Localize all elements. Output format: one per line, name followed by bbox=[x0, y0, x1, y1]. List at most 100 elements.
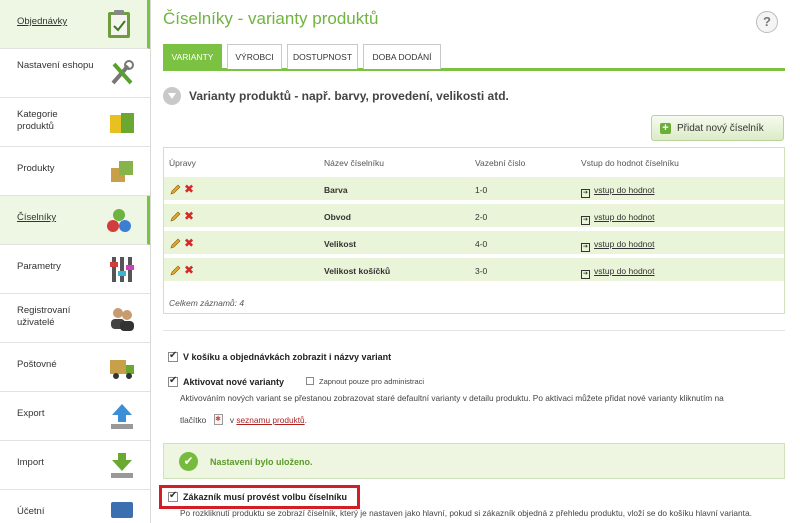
sidebar-item-label: Produkty bbox=[17, 163, 55, 174]
upload-arrow-icon bbox=[111, 404, 133, 429]
show-variant-names-checkbox[interactable] bbox=[168, 350, 178, 362]
sidebar-item-orders[interactable]: Objednávky bbox=[0, 0, 150, 49]
codelist-table: Úpravy Název číselníku Vazební číslo Vst… bbox=[163, 147, 785, 314]
pencil-icon[interactable] bbox=[170, 184, 181, 195]
sidebar-item-import[interactable]: Import bbox=[0, 441, 150, 490]
enter-values-label: vstup do hodnot bbox=[594, 239, 655, 249]
arrow-box-icon: ➔ bbox=[581, 189, 590, 198]
table-row: ✖ Velikost 4-0 ➔ vstup do hodnot bbox=[164, 231, 784, 256]
add-codelist-button[interactable]: + Přidat nový číselník bbox=[651, 115, 784, 141]
row-code: 1-0 bbox=[475, 185, 488, 195]
sidebar-item-label: Kategorie produktů bbox=[17, 109, 58, 132]
sliders-icon bbox=[110, 257, 134, 282]
show-variant-names-label: V košíku a objednávkách zobrazit i názvy… bbox=[183, 352, 392, 362]
sidebar-item-label: Účetní bbox=[17, 506, 45, 517]
sidebar-item-codelists[interactable]: Číselníky bbox=[0, 196, 150, 245]
enter-values-label: vstup do hodnot bbox=[594, 266, 655, 276]
help-icon[interactable]: ? bbox=[756, 11, 778, 33]
sidebar-item-label: Parametry bbox=[17, 261, 61, 272]
sidebar-item-categories[interactable]: Kategorie produktů bbox=[0, 98, 150, 147]
arrow-box-icon: ➔ bbox=[581, 270, 590, 279]
sidebar-item-label: Registrovaní uživatelé bbox=[17, 305, 71, 328]
tab-variants[interactable]: VARIANTY bbox=[163, 44, 222, 69]
main-content: Číselníky - varianty produktů ? VARIANTY… bbox=[159, 0, 800, 523]
delete-icon[interactable]: ✖ bbox=[184, 182, 194, 196]
desc-suffix: . bbox=[304, 415, 307, 425]
column-header-values: Vstup do hodnot číselníku bbox=[581, 158, 679, 168]
pencil-icon[interactable] bbox=[170, 238, 181, 249]
users-icon bbox=[111, 308, 134, 331]
customer-must-choose-description: Po rozkliknutí produktu se zobrazí čísel… bbox=[180, 508, 752, 518]
sidebar-item-label: Objednávky bbox=[17, 16, 68, 27]
arrow-box-icon: ➔ bbox=[581, 216, 590, 225]
enter-values-label: vstup do hodnot bbox=[594, 185, 655, 195]
delete-icon[interactable]: ✖ bbox=[184, 209, 194, 223]
add-codelist-label: Přidat nový číselník bbox=[677, 123, 764, 134]
desc-prefix: tlačítko bbox=[180, 415, 207, 425]
sidebar-item-shipping[interactable]: Poštovné bbox=[0, 343, 150, 392]
column-header-name: Název číselníku bbox=[324, 158, 384, 168]
collapse-arrow-icon[interactable] bbox=[163, 87, 181, 105]
product-list-link[interactable]: seznamu produktů bbox=[236, 415, 304, 425]
row-name: Velikost bbox=[324, 239, 357, 249]
arrow-box-icon: ➔ bbox=[581, 243, 590, 252]
activate-description: Aktivováním nových variant se přestanou … bbox=[180, 393, 724, 403]
numbered-balls-icon bbox=[107, 209, 131, 232]
sidebar-item-registered-users[interactable]: Registrovaní uživatelé bbox=[0, 294, 150, 343]
sidebar-item-label: Import bbox=[17, 457, 44, 468]
activate-new-variants-label: Aktivovat nové varianty bbox=[183, 377, 285, 387]
row-code: 4-0 bbox=[475, 239, 488, 249]
enter-values-link[interactable]: ➔ vstup do hodnot bbox=[581, 212, 655, 225]
enter-values-link[interactable]: ➔ vstup do hodnot bbox=[581, 266, 655, 279]
delete-icon[interactable]: ✖ bbox=[184, 263, 194, 277]
admin-only-checkbox[interactable] bbox=[306, 377, 314, 385]
variant-button-icon: ✱ bbox=[213, 414, 223, 425]
tab-availability[interactable]: DOSTUPNOST bbox=[287, 44, 358, 69]
row-name: Barva bbox=[324, 185, 348, 195]
plus-icon: + bbox=[660, 123, 671, 134]
sidebar-item-products[interactable]: Produkty bbox=[0, 147, 150, 196]
column-header-code: Vazební číslo bbox=[475, 158, 526, 168]
tab-bar: VARIANTY VÝROBCI DOSTUPNOST DOBA DODÁNÍ bbox=[163, 44, 785, 71]
sidebar-item-label: Export bbox=[17, 408, 45, 419]
divider bbox=[163, 330, 785, 331]
activate-description-line2: tlačítko ✱ v seznamu produktů. bbox=[180, 414, 307, 425]
table-row: ✖ Barva 1-0 ➔ vstup do hodnot bbox=[164, 177, 784, 202]
delete-icon[interactable]: ✖ bbox=[184, 236, 194, 250]
customer-must-choose-label: Zákazník musí provést volbu číselníku bbox=[183, 492, 348, 502]
section-title: Varianty produktů - např. barvy, provede… bbox=[189, 89, 509, 103]
sidebar-item-parameters[interactable]: Parametry bbox=[0, 245, 150, 294]
row-code: 2-0 bbox=[475, 212, 488, 222]
row-name: Velikost košíčků bbox=[324, 266, 391, 276]
truck-icon bbox=[110, 360, 134, 379]
activate-new-variants-checkbox[interactable] bbox=[168, 375, 178, 387]
download-arrow-icon bbox=[111, 453, 133, 478]
pencil-icon[interactable] bbox=[170, 265, 181, 276]
sidebar-item-label: Poštovné bbox=[17, 359, 57, 370]
desc-in: v bbox=[229, 415, 235, 425]
boxes-icon bbox=[111, 161, 133, 182]
folders-icon bbox=[110, 113, 134, 133]
clipboard-icon bbox=[108, 10, 130, 38]
pencil-icon[interactable] bbox=[170, 211, 181, 222]
tools-icon bbox=[111, 60, 134, 85]
row-code: 3-0 bbox=[475, 266, 488, 276]
customer-must-choose-checkbox[interactable] bbox=[168, 490, 178, 502]
sidebar-item-eshop-settings[interactable]: Nastavení eshopu bbox=[0, 49, 150, 98]
table-header: Úpravy Název číselníku Vazební číslo Vst… bbox=[164, 148, 784, 176]
success-text: Nastavení bylo uloženo. bbox=[210, 457, 313, 467]
sidebar-item-accounting[interactable]: Účetní bbox=[0, 490, 150, 523]
enter-values-label: vstup do hodnot bbox=[594, 212, 655, 222]
tab-delivery-time[interactable]: DOBA DODÁNÍ bbox=[363, 44, 441, 69]
success-message: ✔ Nastavení bylo uloženo. bbox=[163, 443, 785, 479]
page-title: Číselníky - varianty produktů bbox=[163, 9, 379, 28]
enter-values-link[interactable]: ➔ vstup do hodnot bbox=[581, 185, 655, 198]
sidebar-item-label: Číselníky bbox=[17, 212, 57, 223]
monitor-icon bbox=[111, 502, 133, 518]
sidebar-item-export[interactable]: Export bbox=[0, 392, 150, 441]
table-row: ✖ Velikost košíčků 3-0 ➔ vstup do hodnot bbox=[164, 258, 784, 283]
tab-manufacturers[interactable]: VÝROBCI bbox=[227, 44, 282, 69]
checkmark-icon: ✔ bbox=[179, 452, 198, 471]
enter-values-link[interactable]: ➔ vstup do hodnot bbox=[581, 239, 655, 252]
sidebar-item-label: Nastavení eshopu bbox=[17, 60, 94, 71]
